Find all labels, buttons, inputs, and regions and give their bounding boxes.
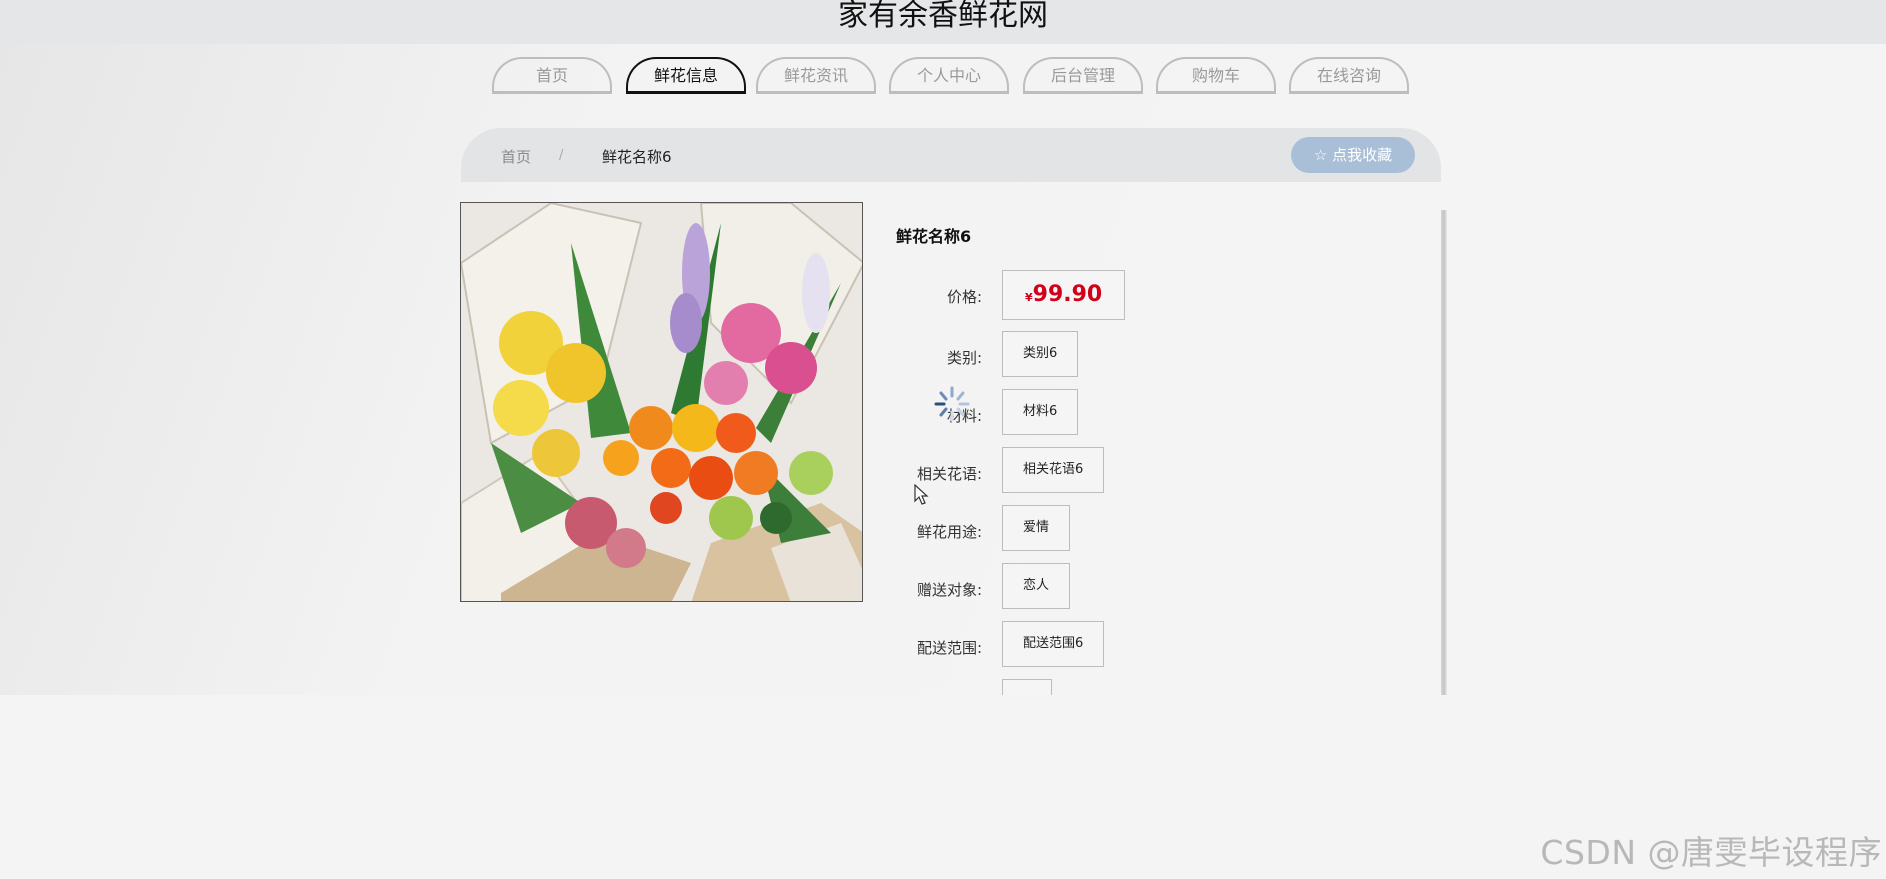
recipient-value: 恋人 xyxy=(1002,563,1071,609)
loading-spinner-icon xyxy=(934,386,970,422)
favorite-button[interactable]: ☆ 点我收藏 xyxy=(1291,137,1415,173)
next-field-box-partial xyxy=(1002,679,1052,695)
nav-tab-admin[interactable]: 后台管理 xyxy=(1023,57,1143,94)
flower-bouquet-illustration xyxy=(461,203,862,601)
price-currency: ¥ xyxy=(1025,291,1033,304)
site-title: 家有余香鲜花网 xyxy=(838,0,1048,33)
watermark: CSDN @唐雯毕设程序 xyxy=(1540,833,1882,872)
flower-language-value: 相关花语6 xyxy=(1002,447,1105,493)
breadcrumb-current: 鲜花名称6 xyxy=(602,148,672,166)
favorite-button-label: ☆ 点我收藏 xyxy=(1313,146,1393,164)
content-panel-shadow xyxy=(1441,210,1447,695)
flower-bouquet-image xyxy=(460,202,863,602)
category-value: 类别6 xyxy=(1002,331,1079,377)
material-value: 材料6 xyxy=(1002,389,1079,435)
nav-tab-cart[interactable]: 购物车 xyxy=(1156,57,1276,94)
price-label: 价格: xyxy=(946,288,982,306)
mouse-cursor-icon xyxy=(914,484,929,505)
nav-tab-personal-center[interactable]: 个人中心 xyxy=(889,57,1009,94)
price-value: 99.90 xyxy=(1032,282,1103,307)
delivery-range-value: 配送范围6 xyxy=(1002,621,1105,667)
nav-tab-flower-news[interactable]: 鲜花资讯 xyxy=(756,57,876,94)
flower-language-label: 相关花语: xyxy=(916,465,982,483)
nav-tab-flower-info[interactable]: 鲜花信息 xyxy=(626,57,746,94)
breadcrumb: 首页 / 鲜花名称6 ☆ 点我收藏 xyxy=(461,128,1441,182)
category-label: 类别: xyxy=(946,349,982,367)
usage-label: 鲜花用途: xyxy=(916,523,982,541)
product-name: 鲜花名称6 xyxy=(896,227,972,246)
usage-value: 爱情 xyxy=(1002,505,1071,551)
price-value-box: ¥99.90 xyxy=(1002,270,1126,320)
recipient-label: 赠送对象: xyxy=(916,581,982,599)
nav-tab-home[interactable]: 首页 xyxy=(492,57,612,94)
nav-tab-online-consult[interactable]: 在线咨询 xyxy=(1289,57,1409,94)
breadcrumb-home-link[interactable]: 首页 xyxy=(501,146,531,167)
app-frame: 家有余香鲜花网 首页 鲜花信息 鲜花资讯 个人中心 后台管理 购物车 在线咨询 … xyxy=(0,0,1886,695)
top-header: 家有余香鲜花网 xyxy=(0,0,1886,44)
breadcrumb-separator: / xyxy=(559,148,564,163)
delivery-range-label: 配送范围: xyxy=(916,639,982,657)
